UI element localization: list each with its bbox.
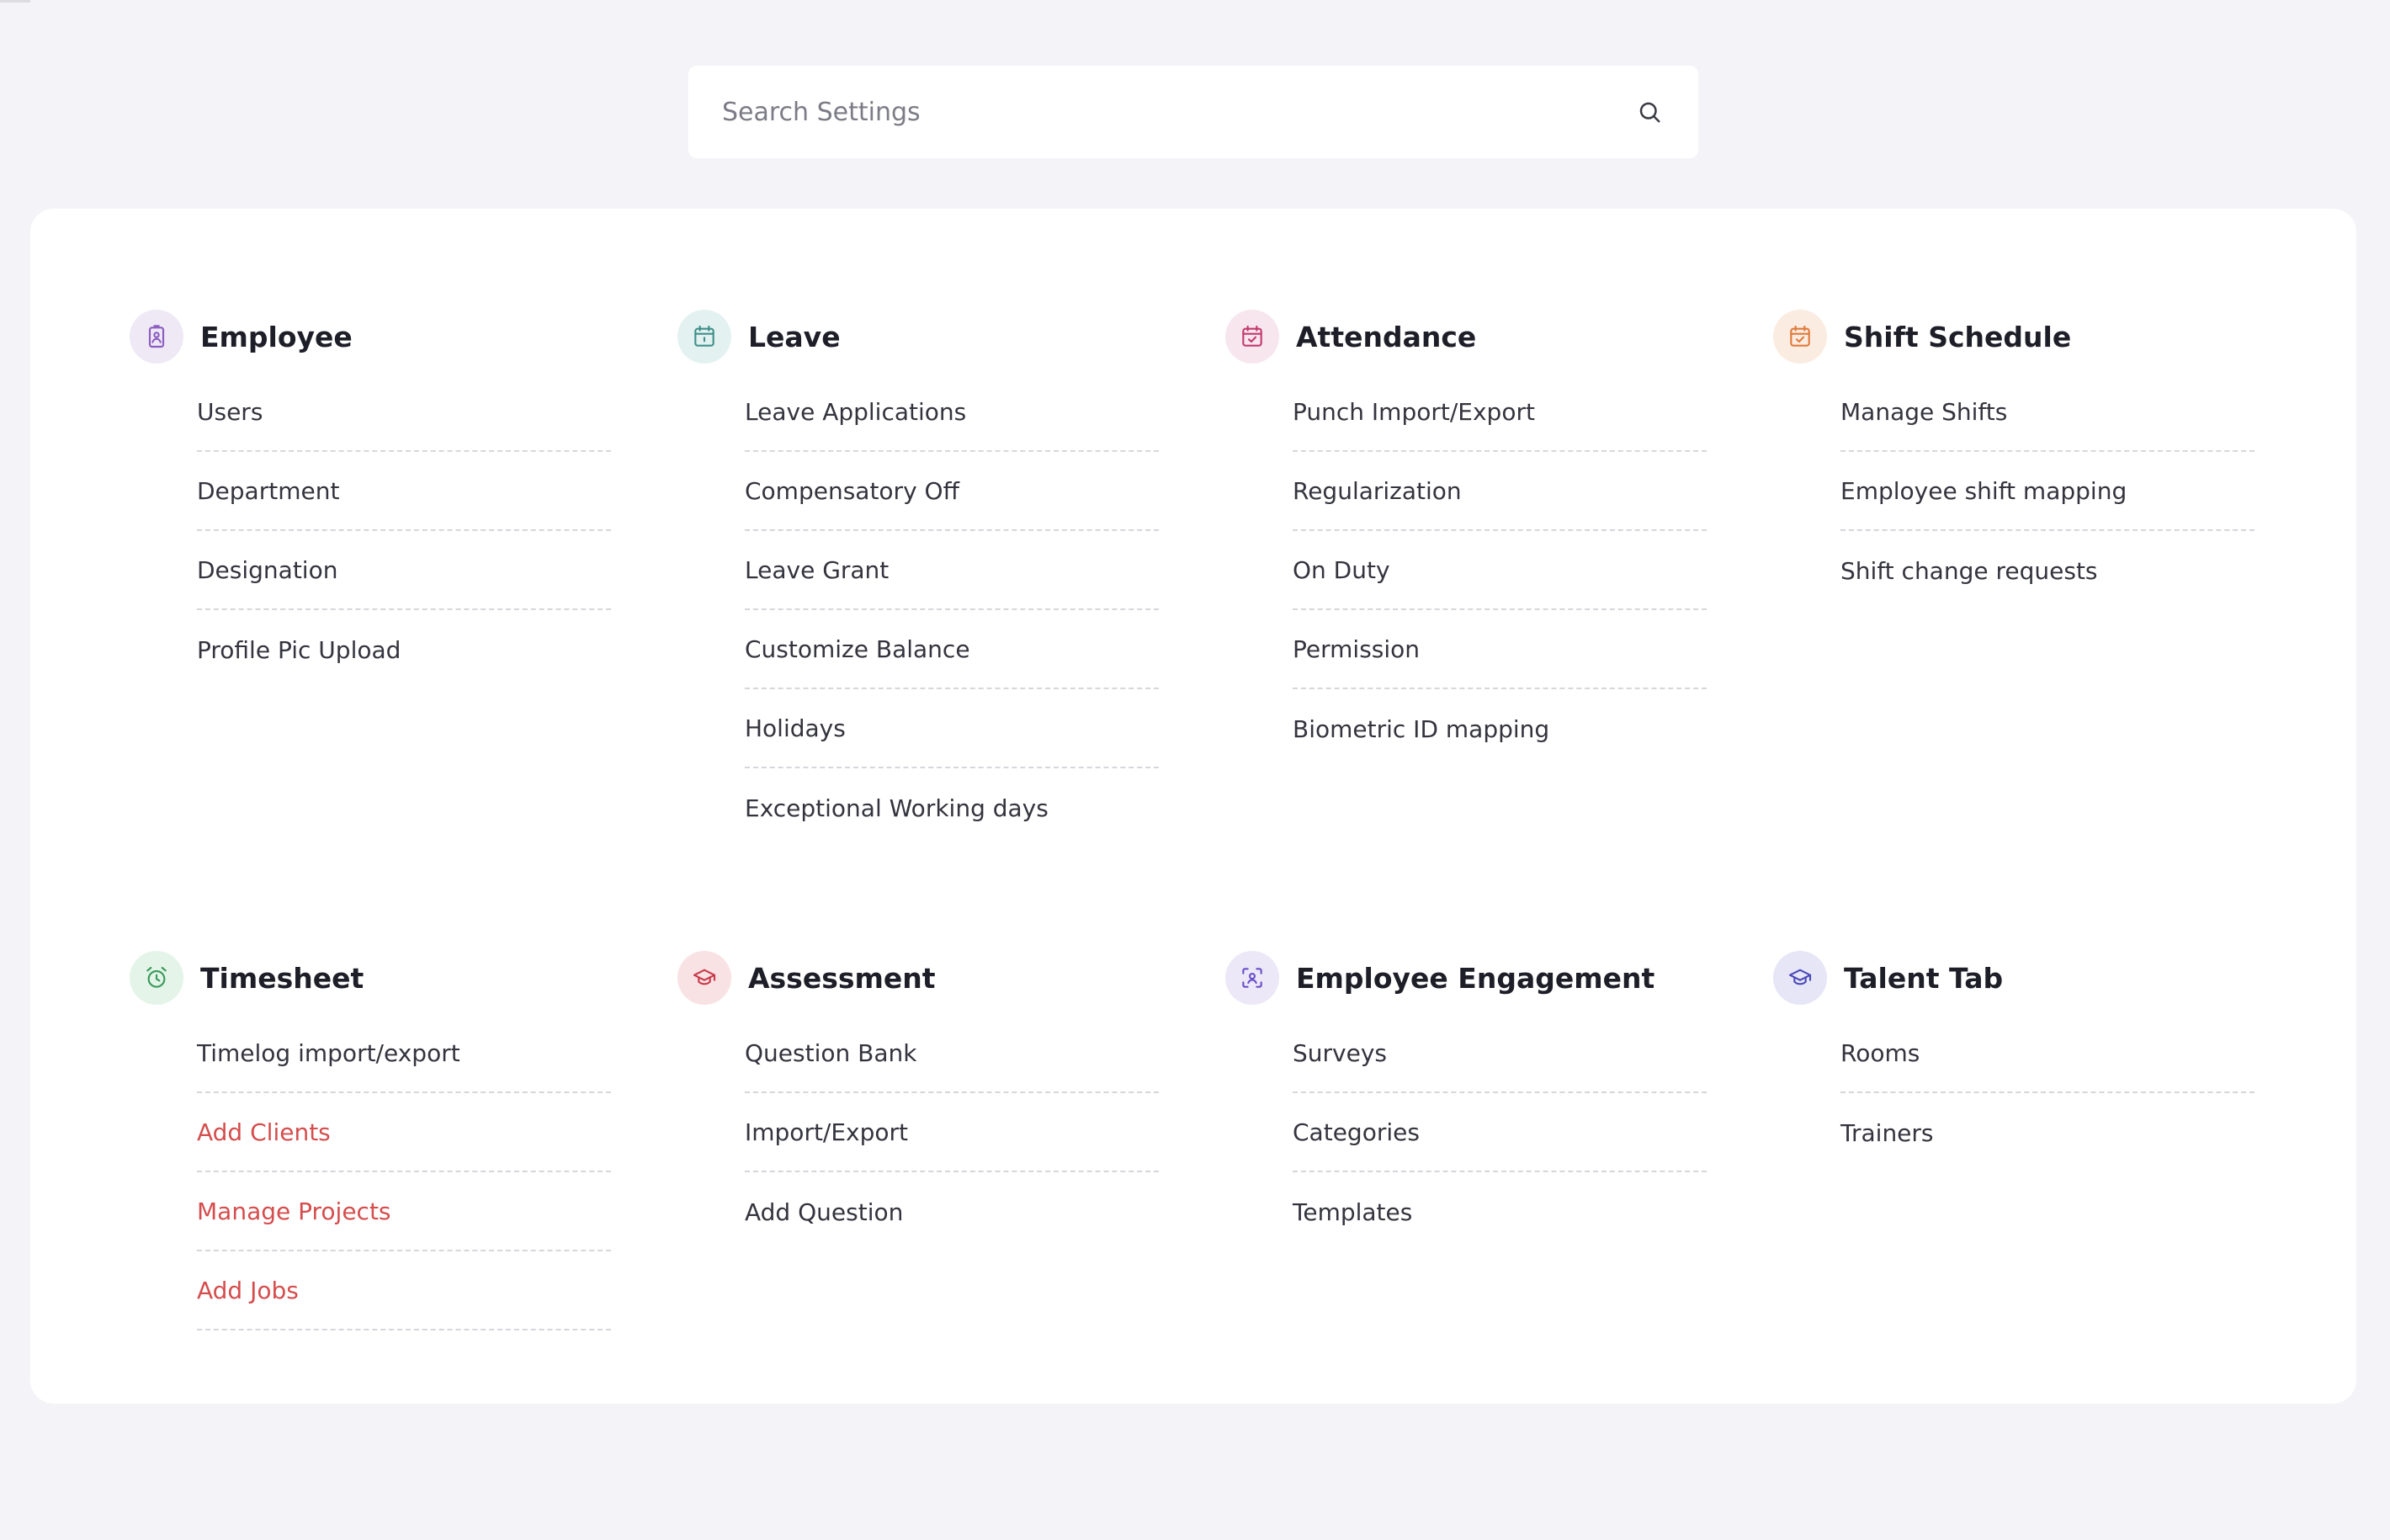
section-header: Assessment bbox=[677, 951, 1225, 1005]
section-title: Employee bbox=[200, 320, 353, 353]
settings-link-leave-applications[interactable]: Leave Applications bbox=[745, 373, 1159, 452]
settings-link-trainers[interactable]: Trainers bbox=[1840, 1093, 2255, 1172]
section-links: Timelog import/export Add Clients Manage P… bbox=[197, 1014, 611, 1330]
settings-link-question-bank[interactable]: Question Bank bbox=[745, 1014, 1159, 1093]
section-title: Shift Schedule bbox=[1844, 320, 2072, 353]
settings-link-rooms[interactable]: Rooms bbox=[1840, 1014, 2255, 1093]
section-assessment: Assessment Question Bank Import/Export Add … bbox=[677, 951, 1225, 1540]
section-links: Leave Applications Compensatory Off Leave … bbox=[745, 373, 1159, 847]
section-links: Question Bank Import/Export Add Question bbox=[745, 1014, 1159, 1251]
section-header: Leave bbox=[677, 310, 1225, 364]
settings-link-templates[interactable]: Templates bbox=[1293, 1172, 1707, 1251]
settings-panel: Employee Users Department Designation Profil… bbox=[30, 209, 2356, 1404]
settings-link-categories[interactable]: Categories bbox=[1293, 1093, 1707, 1172]
settings-link-customize-balance[interactable]: Customize Balance bbox=[745, 610, 1159, 689]
section-employee: Employee Users Department Designation Profil… bbox=[130, 310, 677, 951]
section-header: Employee Engagement bbox=[1225, 951, 1773, 1005]
calendar-shift-icon bbox=[1773, 310, 1827, 364]
section-header: Talent Tab bbox=[1773, 951, 2321, 1005]
mortarboard-icon bbox=[1773, 951, 1827, 1005]
search-icon[interactable] bbox=[1634, 97, 1665, 127]
top-accent-line bbox=[0, 0, 30, 3]
section-talent-tab: Talent Tab Rooms Trainers bbox=[1773, 951, 2321, 1540]
section-title: Assessment bbox=[748, 961, 936, 995]
settings-link-exceptional-working-days[interactable]: Exceptional Working days bbox=[745, 768, 1159, 847]
alarm-clock-icon bbox=[130, 951, 183, 1005]
calendar-icon bbox=[677, 310, 731, 364]
section-links: Users Department Designation Profile Pic Up… bbox=[197, 373, 611, 689]
section-timesheet: Timesheet Timelog import/export Add Client… bbox=[130, 951, 677, 1540]
calendar-check-icon bbox=[1225, 310, 1279, 364]
settings-link-add-clients[interactable]: Add Clients bbox=[197, 1093, 611, 1172]
section-header: Attendance bbox=[1225, 310, 1773, 364]
section-attendance: Attendance Punch Import/Export Regularizat… bbox=[1225, 310, 1773, 951]
settings-link-regularization[interactable]: Regularization bbox=[1293, 452, 1707, 531]
settings-link-import-export[interactable]: Import/Export bbox=[745, 1093, 1159, 1172]
face-scan-icon bbox=[1225, 951, 1279, 1005]
section-leave: Leave Leave Applications Compensatory Off L… bbox=[677, 310, 1225, 951]
settings-link-shift-change-requests[interactable]: Shift change requests bbox=[1840, 531, 2255, 610]
section-shift-schedule: Shift Schedule Manage Shifts Employee shif… bbox=[1773, 310, 2321, 951]
settings-link-designation[interactable]: Designation bbox=[197, 531, 611, 610]
search-input[interactable] bbox=[722, 97, 1634, 127]
section-header: Timesheet bbox=[130, 951, 677, 1005]
section-title: Attendance bbox=[1296, 320, 1477, 353]
settings-link-biometric-id-mapping[interactable]: Biometric ID mapping bbox=[1293, 689, 1707, 768]
section-links: Surveys Categories Templates bbox=[1293, 1014, 1707, 1251]
section-title: Employee Engagement bbox=[1296, 961, 1655, 995]
settings-link-department[interactable]: Department bbox=[197, 452, 611, 531]
settings-link-permission[interactable]: Permission bbox=[1293, 610, 1707, 689]
section-header: Shift Schedule bbox=[1773, 310, 2321, 364]
section-title: Leave bbox=[748, 320, 841, 353]
section-title: Talent Tab bbox=[1844, 961, 2004, 995]
settings-link-timelog-import-export[interactable]: Timelog import/export bbox=[197, 1014, 611, 1093]
search-bar[interactable] bbox=[688, 66, 1698, 158]
graduation-cap-icon bbox=[677, 951, 731, 1005]
settings-link-punch-import-export[interactable]: Punch Import/Export bbox=[1293, 373, 1707, 452]
section-title: Timesheet bbox=[200, 961, 364, 995]
settings-grid: Employee Users Department Designation Profil… bbox=[130, 310, 2321, 1540]
settings-link-manage-projects[interactable]: Manage Projects bbox=[197, 1172, 611, 1251]
settings-link-on-duty[interactable]: On Duty bbox=[1293, 531, 1707, 610]
settings-link-add-jobs[interactable]: Add Jobs bbox=[197, 1251, 611, 1330]
settings-link-employee-shift-mapping[interactable]: Employee shift mapping bbox=[1840, 452, 2255, 531]
settings-link-leave-grant[interactable]: Leave Grant bbox=[745, 531, 1159, 610]
settings-link-profile-pic-upload[interactable]: Profile Pic Upload bbox=[197, 610, 611, 689]
settings-link-manage-shifts[interactable]: Manage Shifts bbox=[1840, 373, 2255, 452]
section-employee-engagement: Employee Engagement Surveys Categories Temp… bbox=[1225, 951, 1773, 1540]
settings-link-holidays[interactable]: Holidays bbox=[745, 689, 1159, 768]
id-badge-icon bbox=[130, 310, 183, 364]
settings-link-users[interactable]: Users bbox=[197, 373, 611, 452]
section-links: Manage Shifts Employee shift mapping Shift… bbox=[1840, 373, 2255, 610]
settings-link-compensatory-off[interactable]: Compensatory Off bbox=[745, 452, 1159, 531]
section-links: Rooms Trainers bbox=[1840, 1014, 2255, 1172]
settings-link-add-question[interactable]: Add Question bbox=[745, 1172, 1159, 1251]
section-links: Punch Import/Export Regularization On Duty… bbox=[1293, 373, 1707, 768]
section-header: Employee bbox=[130, 310, 677, 364]
settings-link-surveys[interactable]: Surveys bbox=[1293, 1014, 1707, 1093]
